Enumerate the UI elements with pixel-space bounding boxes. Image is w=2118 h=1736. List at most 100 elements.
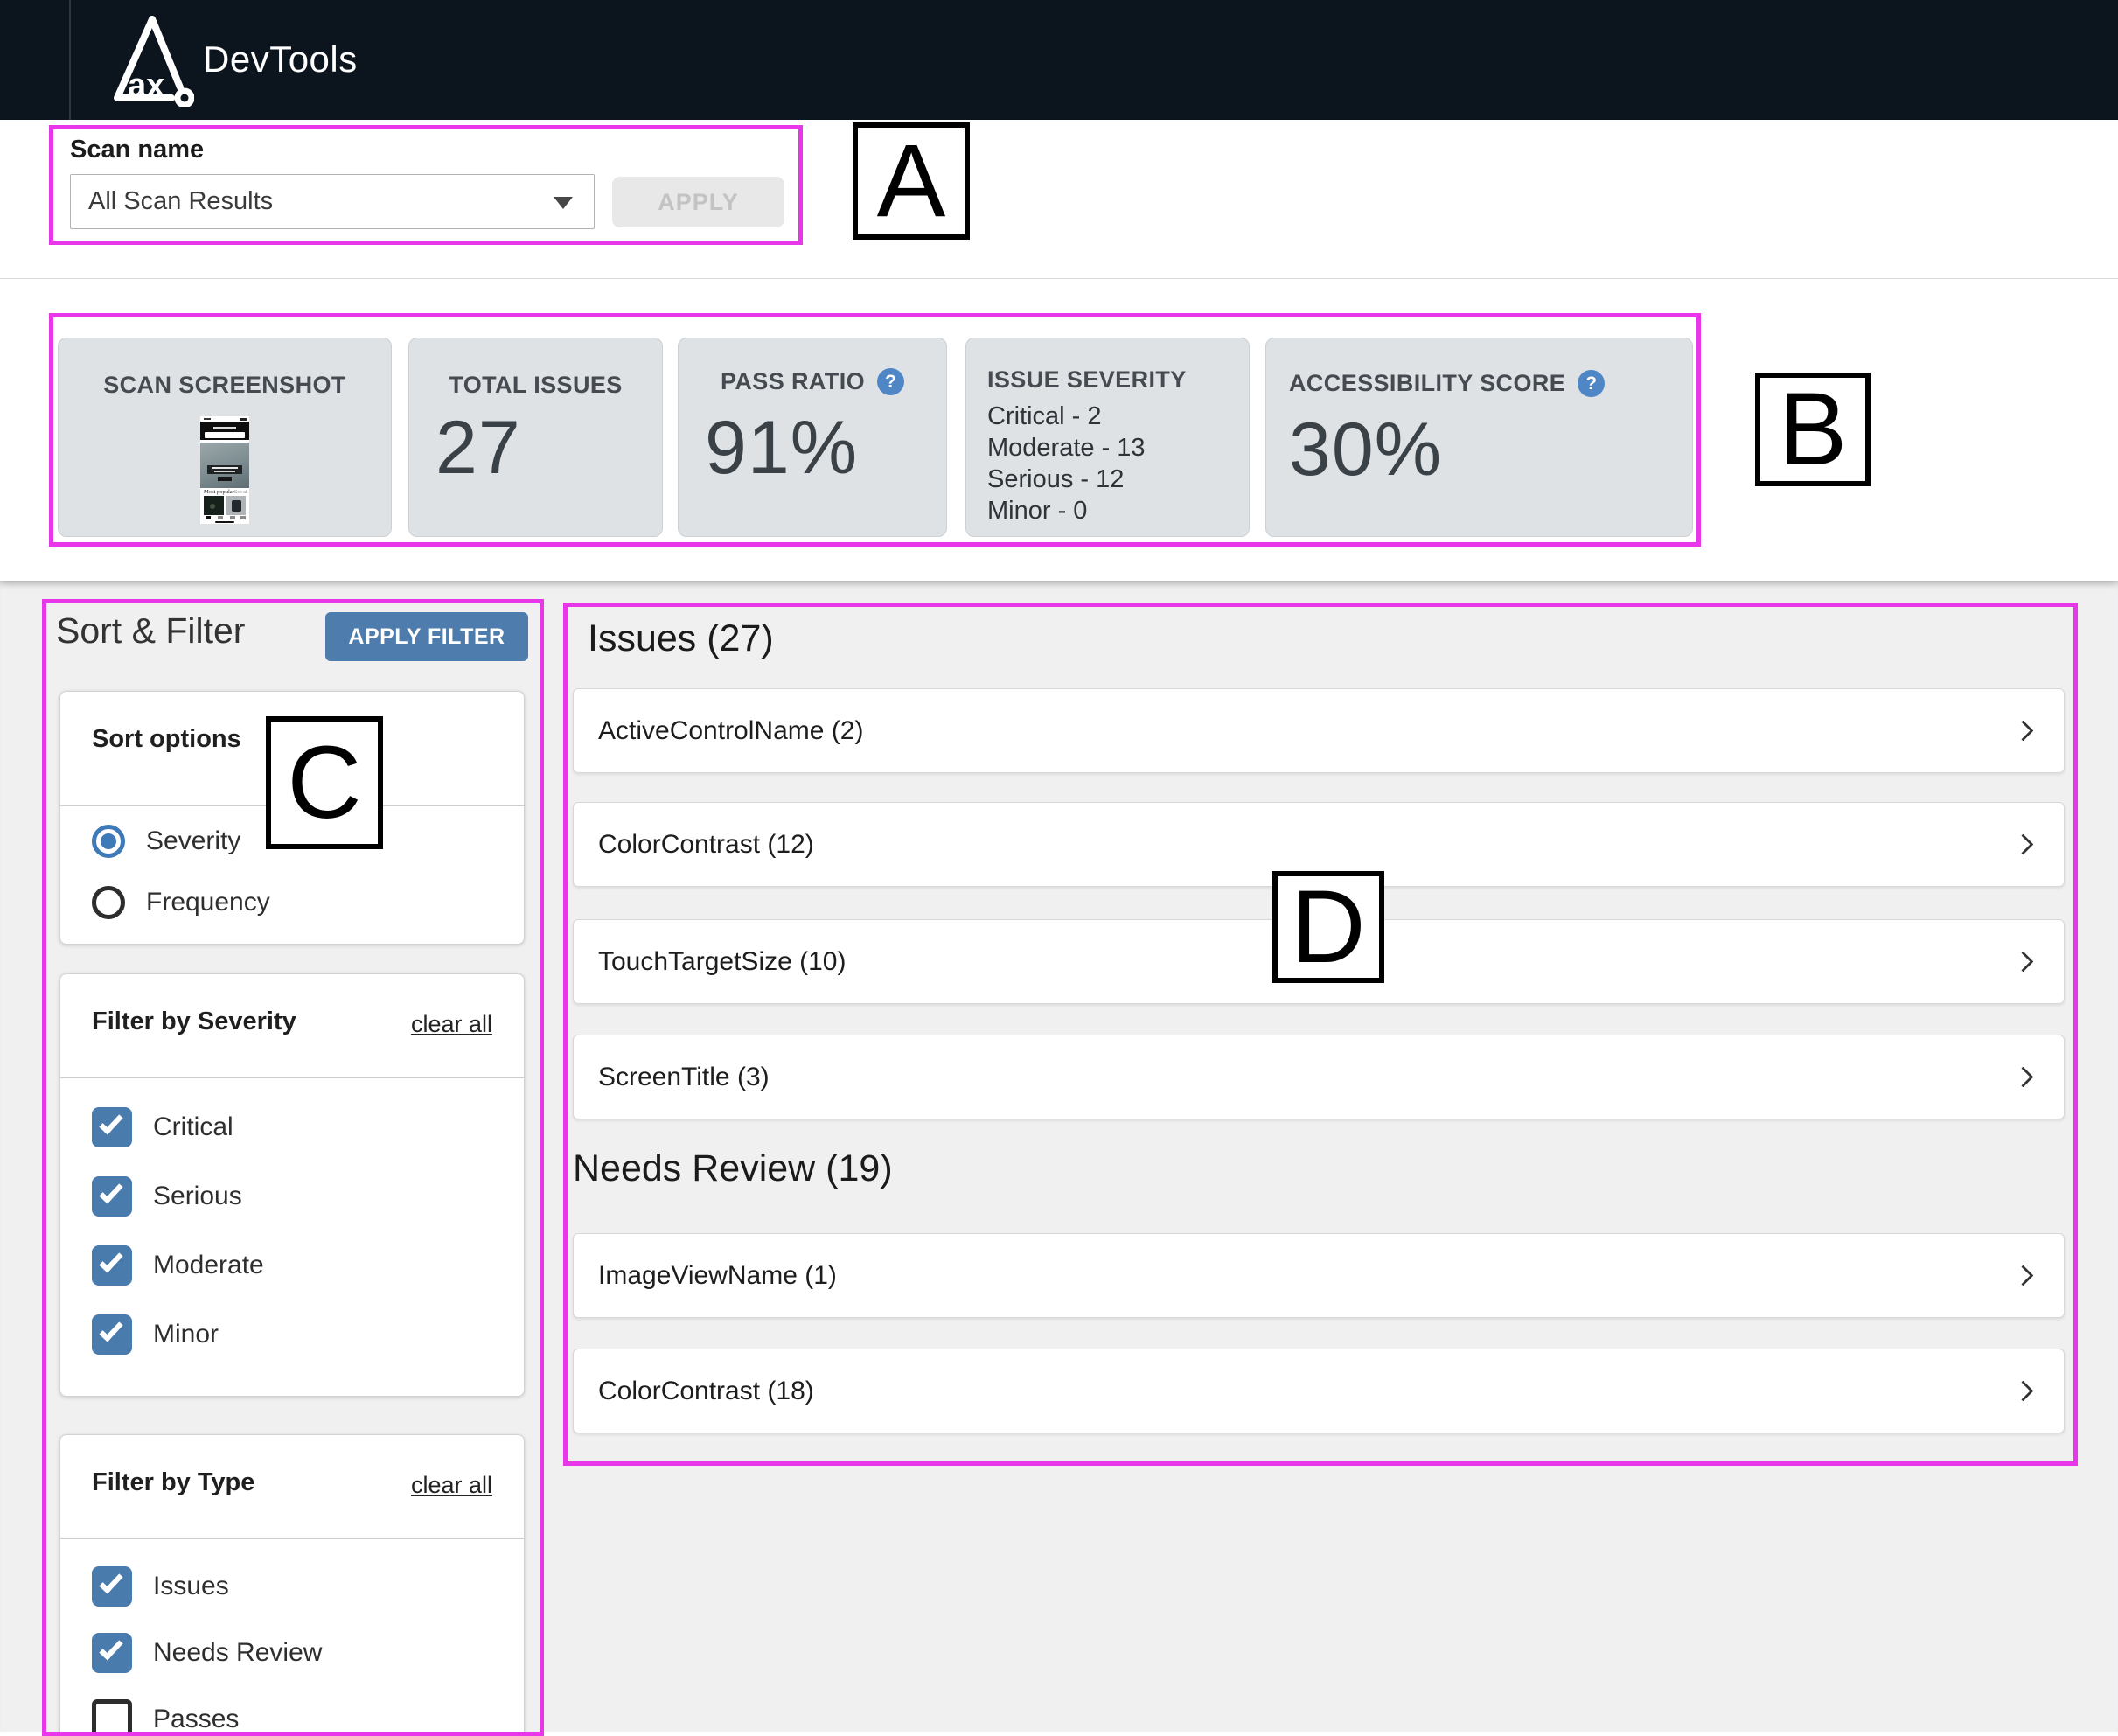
phone-see-all-label: See all: [234, 490, 247, 495]
phone-home-indicator: [215, 521, 234, 523]
filter-type-title: Filter by Type: [92, 1468, 254, 1497]
filter-checkbox-serious[interactable]: Serious: [92, 1176, 242, 1217]
accessibility-score-value: 30%: [1289, 407, 1442, 493]
phone-product-image: [226, 496, 246, 515]
dropdown-caret-icon: [554, 197, 573, 209]
filter-option-label: Needs Review: [153, 1638, 322, 1668]
clear-all-severity-link[interactable]: clear all: [411, 1011, 492, 1038]
filter-checkbox-needs-review[interactable]: Needs Review: [92, 1633, 322, 1673]
accessibility-score-title: ACCESSIBILITY SCORE: [1289, 370, 1565, 397]
filter-checkbox-critical[interactable]: Critical: [92, 1107, 233, 1147]
annotation-label-b: B: [1755, 373, 1871, 486]
filter-checkbox-issues[interactable]: Issues: [92, 1566, 229, 1607]
filter-option-label: Issues: [153, 1572, 229, 1601]
phone-hero-button: [218, 477, 232, 481]
issue-row-label: ScreenTitle (3): [598, 1063, 770, 1092]
issue-severity-title: ISSUE SEVERITY: [987, 366, 1249, 394]
phone-nav-item: [206, 516, 211, 519]
accessibility-score-card: ACCESSIBILITY SCORE ? 30%: [1265, 338, 1693, 537]
filter-checkbox-passes[interactable]: Passes: [92, 1699, 239, 1732]
issue-row-screentitle[interactable]: ScreenTitle (3): [573, 1035, 2065, 1119]
scan-screenshot-thumbnail[interactable]: Most popular See all: [200, 416, 249, 524]
sort-radio-frequency[interactable]: Frequency: [92, 886, 270, 919]
phone-nav-item: [240, 516, 246, 519]
scan-controls-section: Scan name All Scan Results APPLY: [0, 120, 2118, 279]
annotation-label-d: D: [1272, 871, 1384, 983]
checkbox-checked-icon: [92, 1566, 132, 1607]
severity-moderate-count: Moderate - 13: [987, 432, 1249, 464]
phone-brand-text: [213, 427, 236, 429]
sort-filter-title: Sort & Filter: [56, 610, 245, 652]
phone-nav-item: [218, 516, 223, 519]
phone-most-popular-row: Most popular See all: [200, 488, 249, 496]
apply-filter-button[interactable]: APPLY FILTER: [325, 612, 528, 661]
total-issues-card: TOTAL ISSUES 27: [408, 338, 663, 537]
filter-checkbox-minor[interactable]: Minor: [92, 1314, 219, 1355]
checkmark-icon: [99, 1318, 122, 1342]
annotation-label-a: A: [853, 122, 970, 240]
phone-app-header: [200, 422, 249, 440]
needs-review-row-imageviewname[interactable]: ImageViewName (1): [573, 1233, 2065, 1318]
needs-review-row-colorcontrast[interactable]: ColorContrast (18): [573, 1349, 2065, 1433]
total-issues-title: TOTAL ISSUES: [409, 372, 662, 399]
app-header: ax DevTools: [0, 0, 2118, 120]
clear-all-type-link[interactable]: clear all: [411, 1472, 492, 1499]
phone-battery-icon: [240, 418, 247, 421]
needs-review-heading: Needs Review (19): [573, 1147, 893, 1190]
phone-clock: [204, 418, 211, 420]
annotation-label-c: C: [266, 716, 383, 849]
severity-minor-count: Minor - 0: [987, 495, 1249, 526]
filter-severity-title: Filter by Severity: [92, 1007, 296, 1036]
help-icon[interactable]: ?: [877, 368, 904, 395]
pass-ratio-value: 91%: [705, 405, 858, 492]
checkmark-icon: [99, 1180, 122, 1204]
phone-nav-item: [230, 516, 235, 519]
filter-severity-panel: Filter by Severity clear all Critical Se…: [59, 973, 525, 1397]
chevron-right-icon: [2012, 833, 2033, 854]
phone-caption-line: [212, 467, 238, 469]
issue-row-label: ActiveControlName (2): [598, 716, 863, 746]
checkbox-checked-icon: [92, 1107, 132, 1147]
chevron-right-icon: [2012, 951, 2033, 972]
phone-product-detail: [232, 500, 241, 512]
phone-product-grid: [200, 496, 249, 515]
checkbox-checked-icon: [92, 1314, 132, 1355]
chevron-right-icon: [2012, 1265, 2033, 1286]
sort-options-title: Sort options: [92, 725, 241, 754]
sort-radio-severity[interactable]: Severity: [92, 825, 240, 858]
axe-logo-icon: ax: [110, 14, 194, 107]
filter-option-label: Moderate: [153, 1251, 264, 1280]
phone-product-detail: [210, 504, 215, 509]
phone-caption-line: [214, 471, 235, 472]
filter-checkbox-moderate[interactable]: Moderate: [92, 1245, 264, 1286]
pass-ratio-card: PASS RATIO ? 91%: [678, 338, 947, 537]
chevron-right-icon: [2012, 720, 2033, 741]
panel-divider: [60, 1077, 524, 1078]
sort-option-label: Severity: [146, 826, 240, 856]
help-icon[interactable]: ?: [1578, 370, 1605, 397]
phone-hero-caption: [207, 465, 242, 474]
phone-search-field: [205, 432, 245, 438]
issue-row-label: ColorContrast (18): [598, 1377, 814, 1406]
phone-bottom-nav: [200, 515, 249, 524]
checkbox-unchecked-icon: [92, 1699, 132, 1732]
radio-unselected-icon: [92, 886, 125, 919]
brand-name: DevTools: [203, 38, 358, 80]
filter-type-panel: Filter by Type clear all Issues Needs Re…: [59, 1434, 525, 1732]
radio-selected-icon: [92, 825, 125, 858]
issues-heading: Issues (27): [588, 617, 774, 660]
checkmark-icon: [99, 1636, 122, 1661]
issue-row-activecontrolname[interactable]: ActiveControlName (2): [573, 688, 2065, 773]
axe-devtools-scan-results-page: { "header": { "brand": "DevTools" }, "an…: [0, 0, 2118, 1732]
chevron-right-icon: [2012, 1066, 2033, 1087]
checkbox-checked-icon: [92, 1176, 132, 1217]
issue-row-label: TouchTargetSize (10): [598, 947, 846, 977]
scan-name-dropdown[interactable]: All Scan Results: [70, 174, 595, 229]
filter-option-label: Critical: [153, 1112, 233, 1142]
panel-divider: [60, 1538, 524, 1539]
issue-row-label: ImageViewName (1): [598, 1261, 837, 1291]
filter-option-label: Minor: [153, 1320, 219, 1349]
apply-button[interactable]: APPLY: [612, 177, 784, 227]
phone-hero-image: [200, 443, 249, 488]
filter-option-label: Passes: [153, 1705, 239, 1732]
